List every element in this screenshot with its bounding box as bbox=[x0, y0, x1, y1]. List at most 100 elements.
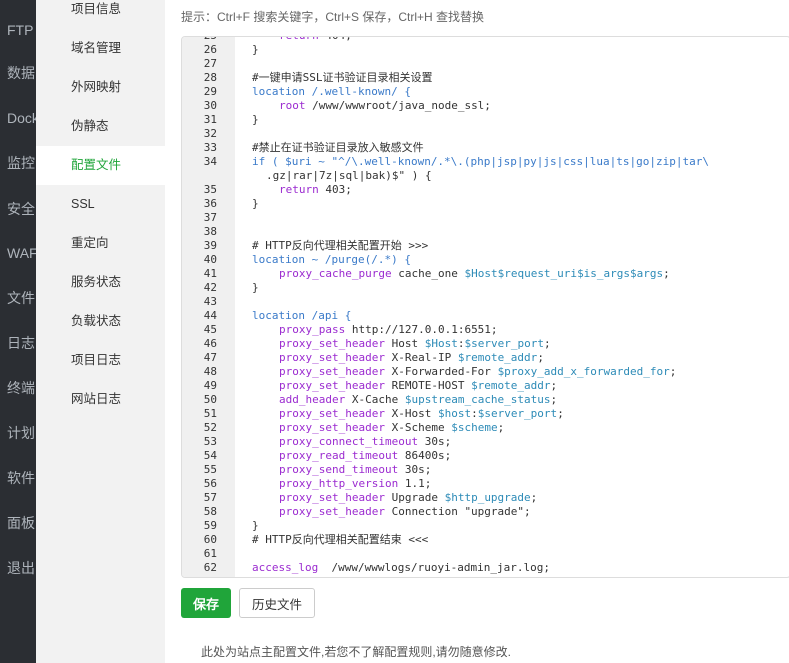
line-number: 31 bbox=[203, 113, 217, 126]
code-line[interactable]: 47 proxy_set_header X-Real-IP $remote_add… bbox=[182, 351, 789, 365]
code-line[interactable]: 38 bbox=[182, 225, 789, 239]
line-number: 41 bbox=[203, 267, 217, 280]
code-line[interactable]: 50 add_header X-Cache $upstream_cache_sta… bbox=[182, 393, 789, 407]
code-text: } bbox=[252, 281, 259, 294]
code-text: } bbox=[252, 43, 259, 56]
code-line[interactable]: 60 # HTTP反向代理相关配置结束 <<< bbox=[182, 533, 789, 547]
code-line[interactable]: 25 return 404; bbox=[182, 37, 789, 43]
sub-nav-item[interactable]: 域名管理 bbox=[36, 29, 165, 68]
code-line[interactable]: 40 location ~ /purge(/.*) { bbox=[182, 253, 789, 267]
code-line[interactable]: 46 proxy_set_header Host $Host:$server_po… bbox=[182, 337, 789, 351]
main-nav-item[interactable]: 面板 bbox=[0, 501, 36, 545]
code-line[interactable]: 41 proxy_cache_purge cache_one $Host$requ… bbox=[182, 267, 789, 281]
code-line[interactable]: 52 proxy_set_header X-Scheme $scheme; bbox=[182, 421, 789, 435]
code-line[interactable]: 48 proxy_set_header X-Forwarded-For $prox… bbox=[182, 365, 789, 379]
code-text: # HTTP反向代理相关配置结束 <<< bbox=[252, 533, 429, 546]
main-nav-item[interactable]: 软件 bbox=[0, 456, 36, 500]
code-text: proxy_set_header Connection "upgrade"; bbox=[279, 505, 531, 518]
sub-nav-item[interactable]: 项目日志 bbox=[36, 341, 165, 380]
line-number: 30 bbox=[203, 99, 217, 112]
code-line[interactable]: 39 # HTTP反向代理相关配置开始 >>> bbox=[182, 239, 789, 253]
code-text: proxy_set_header X-Scheme $scheme; bbox=[279, 421, 505, 434]
history-file-button[interactable]: 历史文件 bbox=[239, 588, 315, 618]
code-line[interactable]: 37 bbox=[182, 211, 789, 225]
code-line[interactable]: 35 return 403; bbox=[182, 183, 789, 197]
sub-nav-item[interactable]: 项目信息 bbox=[36, 0, 165, 29]
line-number: 61 bbox=[203, 547, 217, 560]
code-line[interactable]: 54 proxy_read_timeout 86400s; bbox=[182, 449, 789, 463]
line-number: 52 bbox=[203, 421, 217, 434]
main-nav-item[interactable]: 数据 bbox=[0, 51, 36, 95]
code-line[interactable]: 29 location /.well-known/ { bbox=[182, 85, 789, 99]
main-nav-item[interactable]: 监控 bbox=[0, 141, 36, 185]
main-nav-item[interactable]: 计划 bbox=[0, 411, 36, 455]
code-line[interactable]: 43 bbox=[182, 295, 789, 309]
sub-nav-item[interactable]: 服务状态 bbox=[36, 263, 165, 302]
main-nav-item[interactable]: FTP bbox=[0, 8, 36, 52]
code-text: proxy_set_header REMOTE-HOST $remote_add… bbox=[279, 379, 558, 392]
code-line[interactable]: 26} bbox=[182, 43, 789, 57]
line-number: 50 bbox=[203, 393, 217, 406]
code-line[interactable]: 51 proxy_set_header X-Host $host:$server_… bbox=[182, 407, 789, 421]
code-line[interactable]: 59} bbox=[182, 519, 789, 533]
sub-nav-item[interactable]: 外网映射 bbox=[36, 68, 165, 107]
main-nav-item[interactable]: WAF bbox=[0, 231, 36, 275]
main-nav-item[interactable]: 退出 bbox=[0, 546, 36, 590]
code-editor[interactable]: 25return 404;26}2728#一键申请SSL证书验证目录相关设置29… bbox=[181, 36, 789, 578]
sub-nav-item[interactable]: 重定向 bbox=[36, 224, 165, 263]
line-number: 54 bbox=[203, 449, 217, 462]
code-line[interactable]: 57 proxy_set_header Upgrade $http_upgrade… bbox=[182, 491, 789, 505]
line-number: 43 bbox=[203, 295, 217, 308]
sub-nav-item[interactable]: 配置文件 bbox=[36, 146, 165, 185]
config-file-panel: 提示：Ctrl+F 搜索关键字，Ctrl+S 保存，Ctrl+H 查找替换 25… bbox=[165, 0, 789, 663]
code-text: return 404; bbox=[279, 37, 352, 43]
sub-nav-item[interactable]: 网站日志 bbox=[36, 380, 165, 419]
code-line[interactable]: .gz|rar|7z|sql|bak)$" ) { bbox=[182, 169, 789, 183]
line-number: 34 bbox=[203, 155, 217, 168]
code-line[interactable]: 53 proxy_connect_timeout 30s; bbox=[182, 435, 789, 449]
main-nav-item[interactable]: Dock bbox=[0, 96, 36, 140]
code-line[interactable]: 49 proxy_set_header REMOTE-HOST $remote_a… bbox=[182, 379, 789, 393]
line-number: 29 bbox=[203, 85, 217, 98]
line-number: 36 bbox=[203, 197, 217, 210]
line-number: 45 bbox=[203, 323, 217, 336]
code-text: } bbox=[252, 197, 259, 210]
sub-nav-item[interactable]: 伪静态 bbox=[36, 107, 165, 146]
code-text: return 403; bbox=[279, 183, 352, 196]
code-text: proxy_cache_purge cache_one $Host$reques… bbox=[279, 267, 670, 280]
code-line[interactable]: 28 #一键申请SSL证书验证目录相关设置 bbox=[182, 71, 789, 85]
code-line[interactable]: 58 proxy_set_header Connection "upgrade"; bbox=[182, 505, 789, 519]
line-number: 59 bbox=[203, 519, 217, 532]
code-line[interactable]: 27 bbox=[182, 57, 789, 71]
main-nav-item[interactable]: 文件 bbox=[0, 276, 36, 320]
code-line[interactable]: 55 proxy_send_timeout 30s; bbox=[182, 463, 789, 477]
code-line[interactable]: 33 #禁止在证书验证目录放入敏感文件 bbox=[182, 141, 789, 155]
code-line[interactable]: 36} bbox=[182, 197, 789, 211]
line-number: 40 bbox=[203, 253, 217, 266]
code-line[interactable]: 34 if ( $uri ~ "^/\.well-known/.*\.(php|j… bbox=[182, 155, 789, 169]
line-number: 60 bbox=[203, 533, 217, 546]
main-nav-item[interactable]: 安全 bbox=[0, 187, 36, 231]
code-text: proxy_set_header Host $Host:$server_port… bbox=[279, 337, 551, 350]
sub-nav-item[interactable]: 负载状态 bbox=[36, 302, 165, 341]
code-text: } bbox=[252, 113, 259, 126]
code-line[interactable]: 31} bbox=[182, 113, 789, 127]
code-line[interactable]: 32 bbox=[182, 127, 789, 141]
code-lines[interactable]: 25return 404;26}2728#一键申请SSL证书验证目录相关设置29… bbox=[182, 37, 789, 575]
line-number: 35 bbox=[203, 183, 217, 196]
line-number: 51 bbox=[203, 407, 217, 420]
main-nav-item[interactable]: 终端 bbox=[0, 366, 36, 410]
line-number: 47 bbox=[203, 351, 217, 364]
save-button[interactable]: 保存 bbox=[181, 588, 231, 618]
main-nav-item[interactable]: 日志 bbox=[0, 321, 36, 365]
line-number: 49 bbox=[203, 379, 217, 392]
code-line[interactable]: 44 location /api { bbox=[182, 309, 789, 323]
line-number: 37 bbox=[203, 211, 217, 224]
code-line[interactable]: 30 root /www/wwwroot/java_node_ssl; bbox=[182, 99, 789, 113]
code-line[interactable]: 45 proxy_pass http://127.0.0.1:6551; bbox=[182, 323, 789, 337]
code-line[interactable]: 61 bbox=[182, 547, 789, 561]
code-line[interactable]: 42} bbox=[182, 281, 789, 295]
code-line[interactable]: 56 proxy_http_version 1.1; bbox=[182, 477, 789, 491]
code-line[interactable]: 62 access_log /www/wwwlogs/ruoyi-admin_ja… bbox=[182, 561, 789, 575]
sub-nav-item[interactable]: SSL bbox=[36, 185, 165, 224]
